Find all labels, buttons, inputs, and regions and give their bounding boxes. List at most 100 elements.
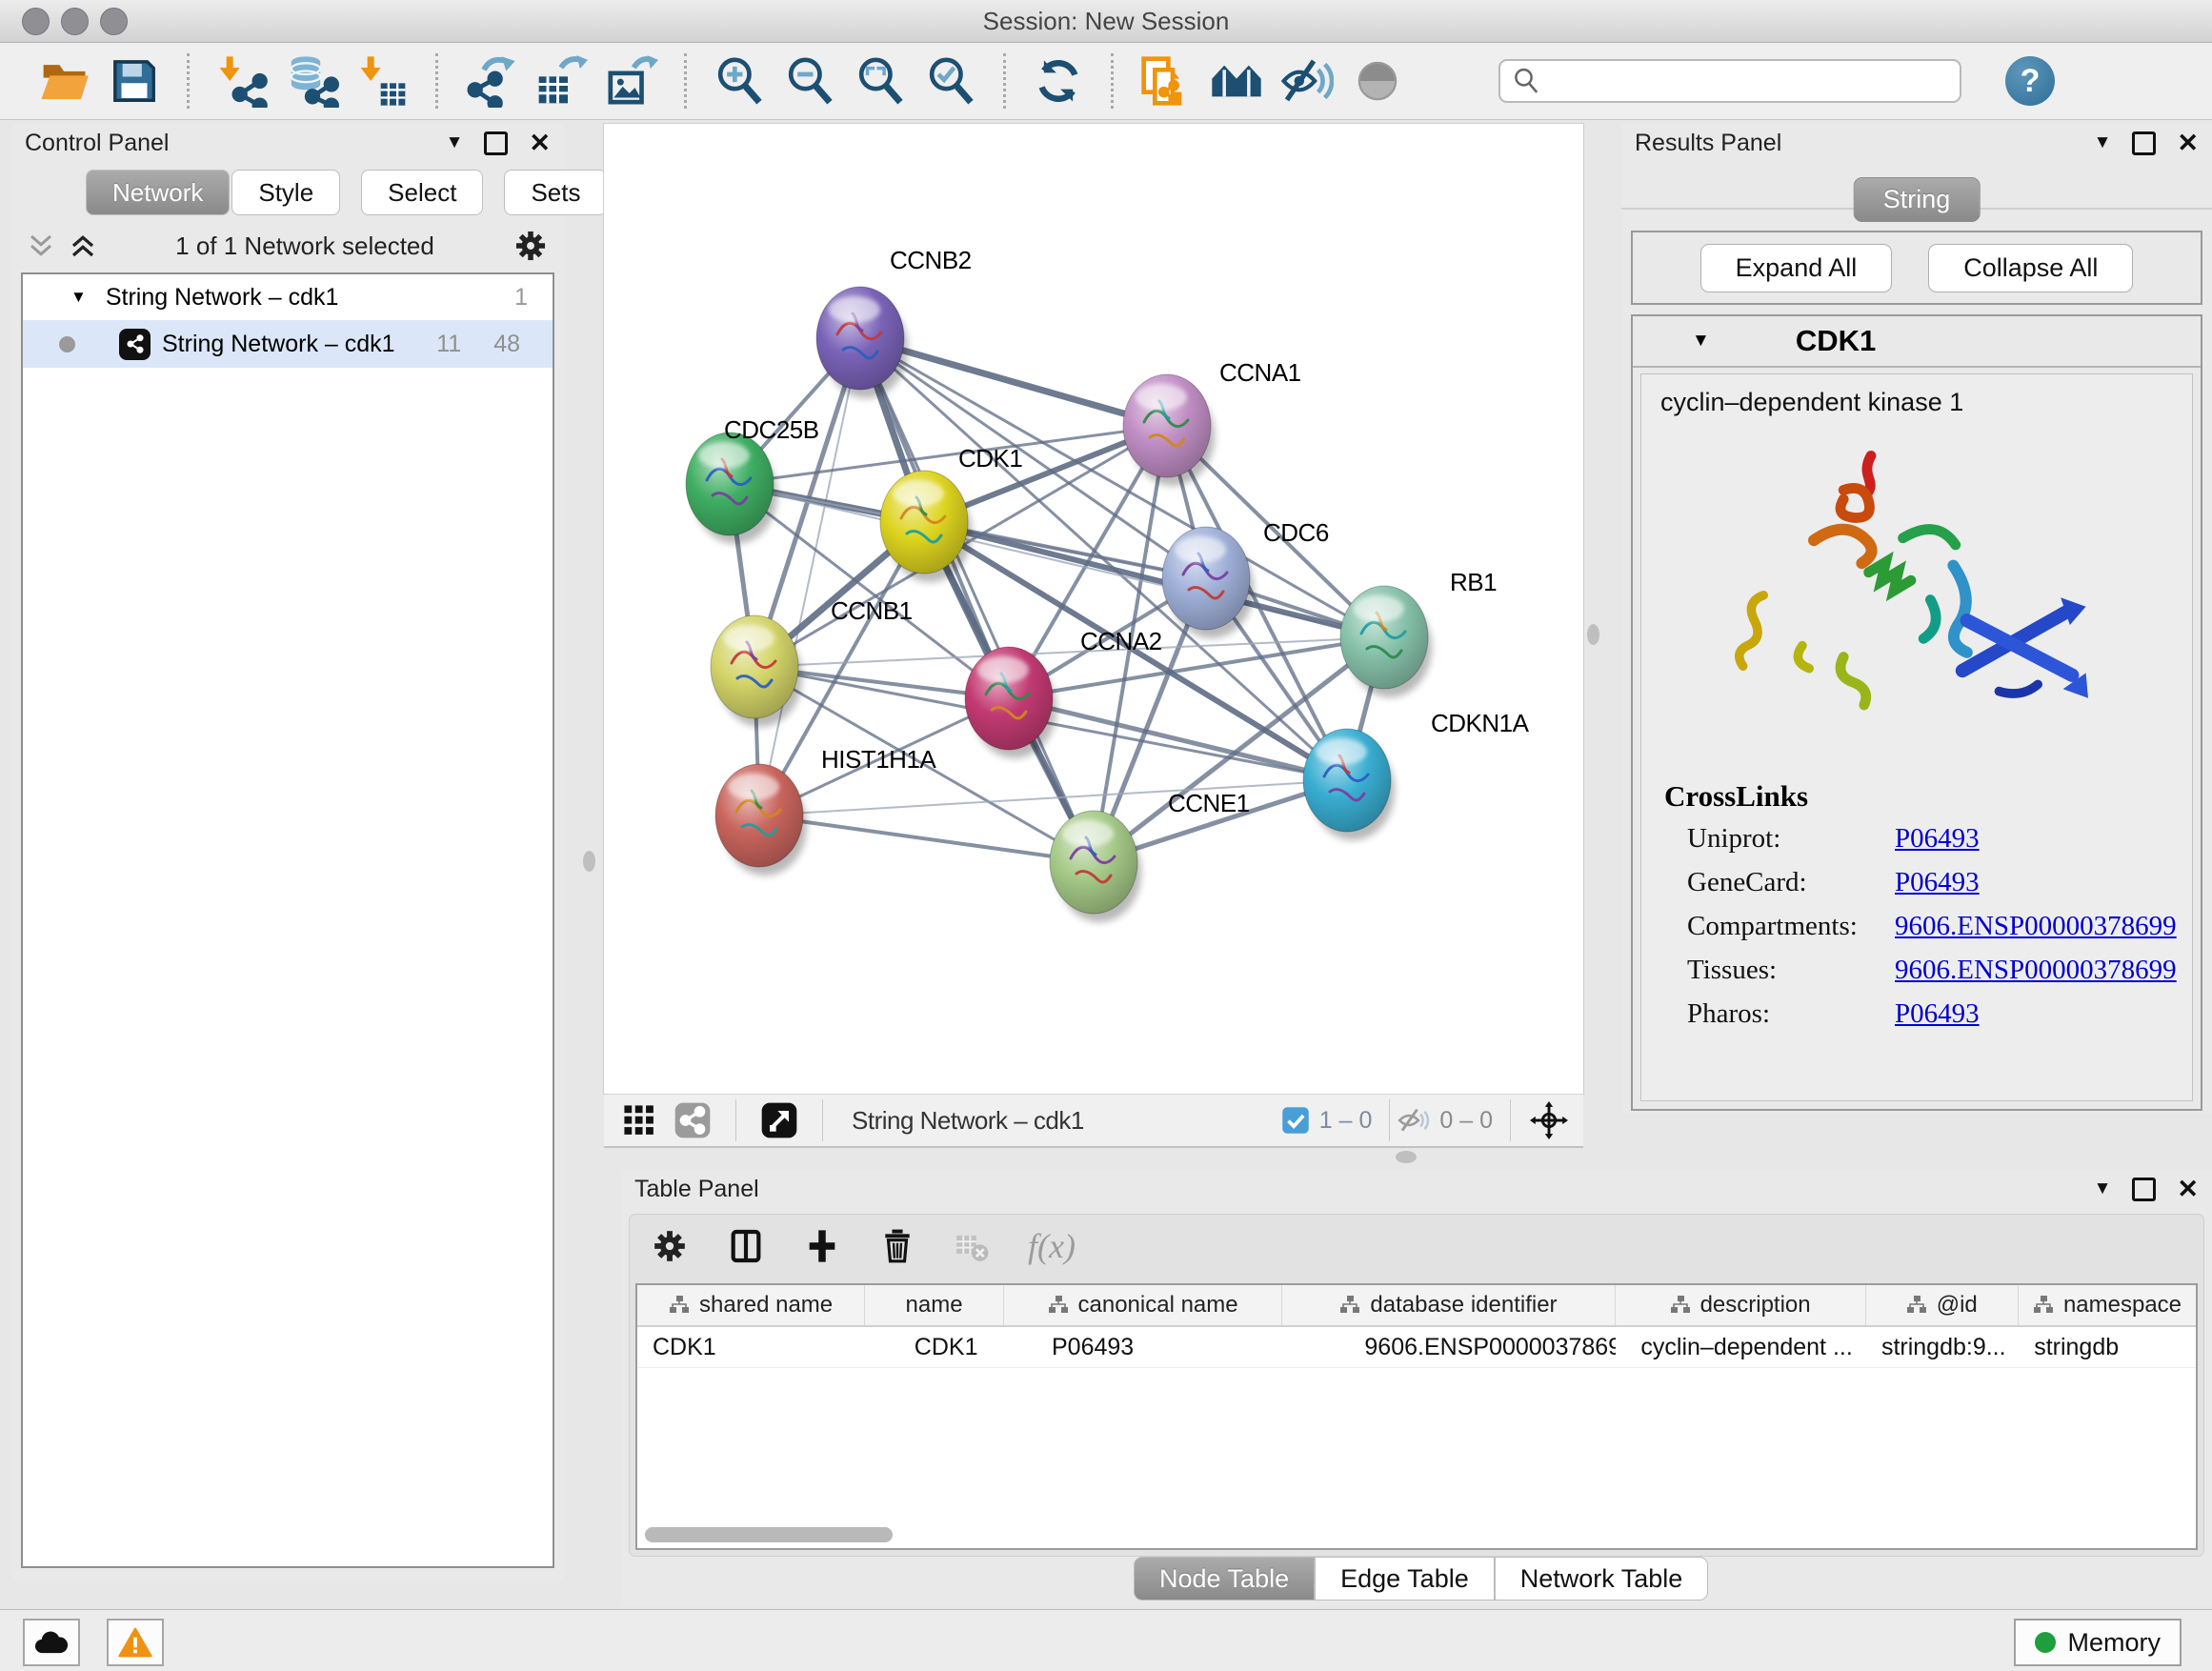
crosslink-row: GeneCard: P06493 <box>1660 867 2173 911</box>
network-node[interactable]: CCNE1 <box>1050 789 1250 922</box>
tab-style[interactable]: Style <box>231 170 340 215</box>
delete-table-icon[interactable] <box>954 1228 990 1264</box>
export-network-icon[interactable] <box>461 51 520 111</box>
help-icon[interactable]: ? <box>2005 56 2055 106</box>
node-label: CDC25B <box>724 415 819 444</box>
tab-network-table[interactable]: Network Table <box>1495 1557 1709 1601</box>
grid-view-icon[interactable] <box>617 1098 661 1142</box>
column-header[interactable]: @id <box>1866 1285 2019 1325</box>
float-panel-icon[interactable]: ▼ <box>446 132 464 153</box>
function-builder-icon[interactable]: f(x) <box>1028 1226 1076 1266</box>
network-name: String Network – cdk1 <box>162 331 395 358</box>
collapse-all-icon[interactable] <box>27 232 55 260</box>
zoom-out-icon[interactable] <box>780 51 839 111</box>
tab-edge-table[interactable]: Edge Table <box>1315 1557 1495 1601</box>
expand-all-icon[interactable] <box>69 232 97 260</box>
zoom-in-icon[interactable] <box>710 51 769 111</box>
crosslink-link[interactable]: P06493 <box>1895 823 2173 855</box>
tab-node-table[interactable]: Node Table <box>1134 1557 1315 1601</box>
open-session-icon[interactable] <box>34 51 93 111</box>
table-row[interactable]: CDK1 CDK1 P06493 9606.ENSP00000378699 cy… <box>637 1327 2196 1368</box>
crosslink-label: GeneCard: <box>1687 867 1895 898</box>
delete-column-trash-icon[interactable] <box>879 1228 915 1264</box>
toolbar-separator <box>1389 1099 1390 1141</box>
export-table-icon[interactable] <box>532 51 591 111</box>
collapse-all-button[interactable]: Collapse All <box>1928 244 2133 292</box>
collapse-entry-icon[interactable]: ▼ <box>1692 331 1710 352</box>
network-node[interactable]: CCNB2 <box>816 246 972 398</box>
expand-all-button[interactable]: Expand All <box>1700 244 1893 292</box>
memory-button[interactable]: Memory <box>2014 1619 2182 1666</box>
hide-selected-icon[interactable] <box>1277 51 1337 111</box>
search-input[interactable] <box>1540 67 1960 95</box>
export-image-icon[interactable] <box>602 51 661 111</box>
network-collection-row[interactable]: ▼ String Network – cdk1 1 <box>23 274 553 320</box>
network-node[interactable]: HIST1H1A <box>715 745 936 876</box>
maximize-panel-icon[interactable] <box>484 131 508 155</box>
bottom-splitter-handle[interactable] <box>1396 1151 1417 1163</box>
column-header[interactable]: shared name <box>637 1285 865 1325</box>
refresh-layout-icon[interactable] <box>1029 51 1088 111</box>
crosslink-link[interactable]: P06493 <box>1895 998 2173 1030</box>
global-search-field[interactable] <box>1498 59 1961 103</box>
cloud-status-button[interactable] <box>23 1619 80 1666</box>
column-header[interactable]: database identifier <box>1282 1285 1615 1325</box>
network-selection-status: 1 of 1 Network selected <box>97 232 513 261</box>
float-panel-icon[interactable]: ▼ <box>2094 132 2112 153</box>
column-header[interactable]: namespace <box>2019 1285 2196 1325</box>
right-splitter-handle[interactable] <box>1587 624 1599 645</box>
network-options-gear-icon[interactable] <box>513 228 549 264</box>
close-panel-icon[interactable]: ✕ <box>529 131 551 156</box>
detach-view-icon[interactable] <box>757 1098 801 1142</box>
network-node[interactable]: RB1 <box>1340 568 1497 697</box>
import-network-database-icon[interactable] <box>283 51 342 111</box>
crosslink-link[interactable]: 9606.ENSP00000378699 <box>1895 911 2177 942</box>
gene-description: cyclin–dependent kinase 1 <box>1660 388 2173 417</box>
create-column-plus-icon[interactable] <box>803 1227 841 1265</box>
network-view-toolbar: String Network – cdk1 1 – 0 0 – 0 <box>604 1094 1583 1148</box>
tab-string[interactable]: String <box>1854 177 1981 222</box>
selected-checkbox-icon[interactable] <box>1281 1106 1310 1135</box>
tab-network[interactable]: Network <box>86 170 230 215</box>
float-panel-icon[interactable]: ▼ <box>2094 1178 2112 1199</box>
column-header[interactable]: canonical name <box>1004 1285 1282 1325</box>
tab-sets[interactable]: Sets <box>504 170 607 215</box>
crosslink-link[interactable]: 9606.ENSP00000378699 <box>1895 955 2177 986</box>
save-session-icon[interactable] <box>105 51 164 111</box>
column-header[interactable]: description <box>1616 1285 1866 1325</box>
maximize-panel-icon[interactable] <box>2132 1178 2156 1201</box>
show-all-icon[interactable] <box>1348 51 1407 111</box>
column-header[interactable]: name <box>865 1285 1004 1325</box>
network-node[interactable]: CDC6 <box>1162 518 1329 638</box>
network-view-share-icon[interactable] <box>671 1098 714 1142</box>
left-splitter-handle[interactable] <box>583 851 595 872</box>
collection-expand-icon[interactable]: ▼ <box>70 288 87 307</box>
fit-content-crosshair-icon[interactable] <box>1524 1098 1574 1142</box>
tab-select[interactable]: Select <box>361 170 483 215</box>
hidden-eye-icon[interactable] <box>1398 1104 1430 1137</box>
network-collection-list: ▼ String Network – cdk1 1 String Network… <box>21 272 554 1568</box>
network-node[interactable]: CDKN1A <box>1303 709 1530 840</box>
show-columns-icon[interactable] <box>727 1227 765 1265</box>
node-label: CCNA1 <box>1219 358 1301 387</box>
close-panel-icon[interactable]: ✕ <box>2177 131 2199 156</box>
network-snapshot-icon[interactable] <box>1136 51 1196 111</box>
maximize-panel-icon[interactable] <box>2132 131 2156 155</box>
network-row-selected[interactable]: String Network – cdk1 11 48 <box>23 320 553 368</box>
toolbar-separator <box>435 53 438 109</box>
import-network-file-icon[interactable] <box>212 51 271 111</box>
first-neighbors-icon[interactable] <box>1207 51 1266 111</box>
crosslink-link[interactable]: P06493 <box>1895 867 2173 898</box>
warning-status-button[interactable] <box>107 1619 164 1666</box>
network-node[interactable]: CCNA1 <box>1123 358 1301 486</box>
application-window: Session: New Session <box>0 0 2212 1671</box>
close-panel-icon[interactable]: ✕ <box>2177 1177 2199 1202</box>
horizontal-scrollbar[interactable] <box>645 1527 893 1542</box>
gene-card-header[interactable]: ▼ CDK1 <box>1633 316 2201 368</box>
gene-card-body: cyclin–dependent kinase 1 <box>1640 373 2193 1101</box>
zoom-selected-icon[interactable] <box>921 51 980 111</box>
import-table-file-icon[interactable] <box>353 51 412 111</box>
table-options-gear-icon[interactable] <box>651 1227 689 1265</box>
network-canvas[interactable]: CCNB2CCNA1CDC25BCDK1CDC6RB1CCNB1CCNA2CDK… <box>604 124 1583 1094</box>
zoom-fit-icon[interactable] <box>851 51 910 111</box>
